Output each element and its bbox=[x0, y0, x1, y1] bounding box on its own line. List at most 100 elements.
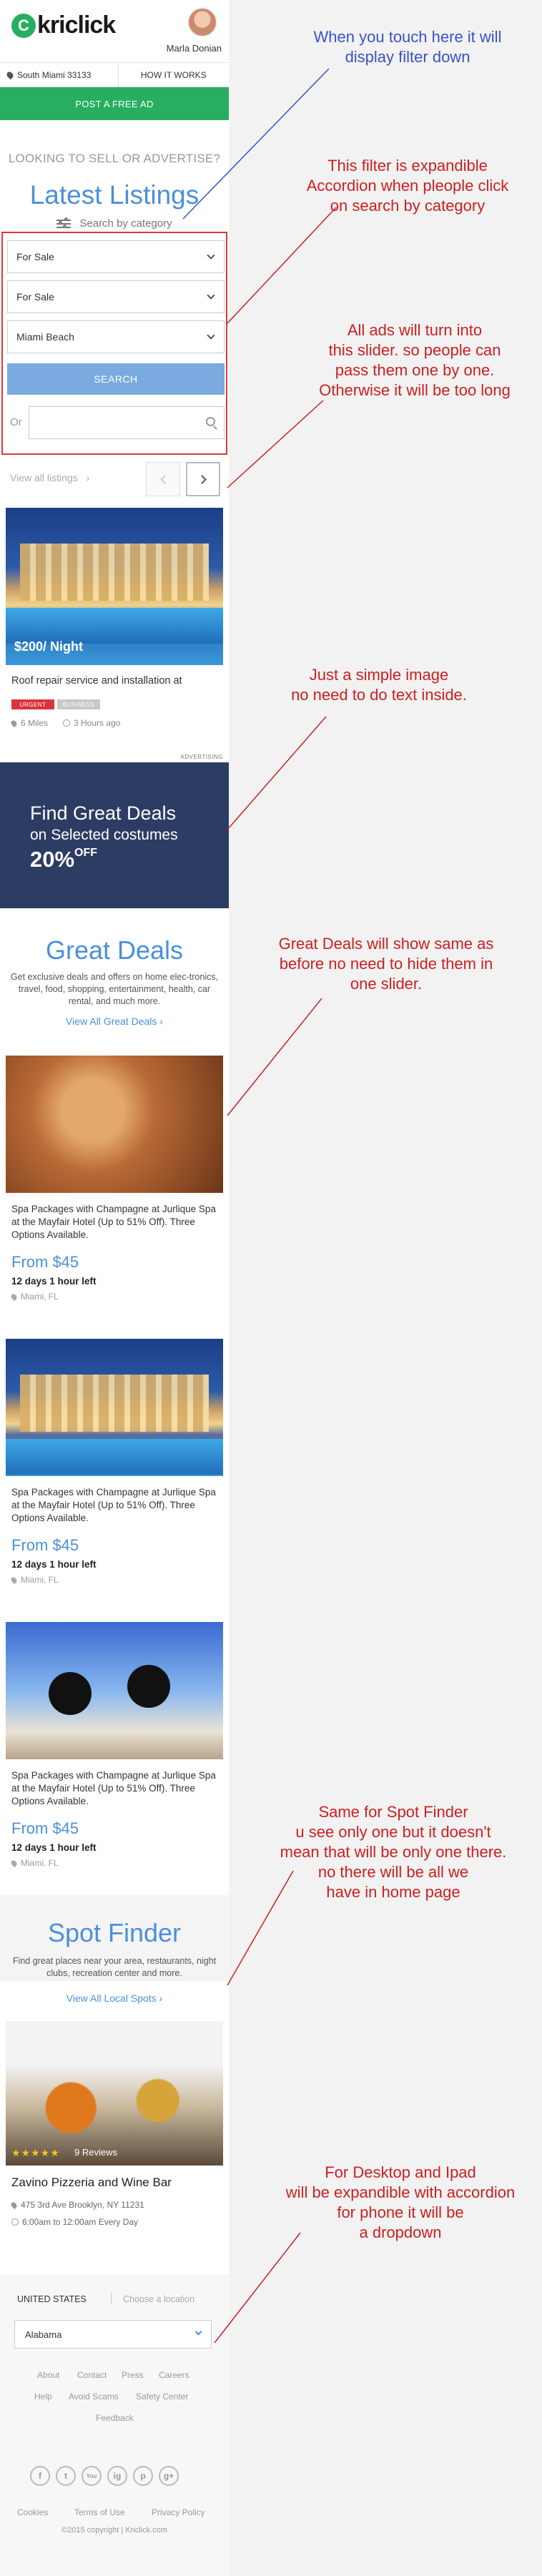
listing-price: $200/ Night bbox=[14, 639, 84, 654]
spot-name[interactable]: Zavino Pizzeria and Wine Bar bbox=[11, 2176, 172, 2190]
map-pin-icon bbox=[9, 1859, 19, 1867]
deal-location-label: Miami, FL bbox=[21, 1858, 59, 1868]
local-spots-link-label: View All Local Spots bbox=[66, 1992, 157, 2004]
deal-price: From $45 bbox=[11, 1819, 79, 1837]
spot-hours-label: 6:00am to 12:00am Every Day bbox=[22, 2217, 139, 2227]
distance-label: 6 Miles bbox=[21, 718, 49, 728]
listing-image[interactable]: $200/ Night bbox=[6, 508, 223, 665]
category-select[interactable]: For Sale bbox=[7, 240, 225, 273]
view-all-great-deals-link[interactable]: View All Great Deals › bbox=[0, 1016, 229, 1027]
deal-time-left: 12 days 1 hour left bbox=[11, 1559, 97, 1570]
search-by-category-toggle[interactable]: Search by category bbox=[0, 217, 229, 230]
arrow-right-icon bbox=[197, 474, 207, 484]
divider bbox=[111, 2293, 112, 2304]
spot-address-label: 475 3rd Ave Brooklyn, NY 11231 bbox=[21, 2200, 144, 2210]
chevron-down-icon bbox=[194, 2328, 202, 2336]
footer-link-feedback[interactable]: Feedback bbox=[96, 2413, 134, 2423]
footer-link-careers[interactable]: Careers bbox=[159, 2370, 189, 2380]
how-it-works-link[interactable]: HOW IT WORKS bbox=[119, 63, 230, 87]
view-all-listings-label: View all listings bbox=[10, 472, 78, 483]
advert-percent: 20% bbox=[30, 847, 75, 872]
deal-price: From $45 bbox=[11, 1253, 79, 1271]
footer-link-help[interactable]: Help bbox=[34, 2391, 52, 2402]
footer-link-press[interactable]: Press bbox=[122, 2370, 144, 2380]
youtube-icon[interactable]: You bbox=[82, 2466, 102, 2486]
copyright: ©2015 copyright | Kriclick.com bbox=[61, 2526, 167, 2535]
annotation-spot-finder: Same for Spot Finder u see only one but … bbox=[280, 1803, 507, 1901]
logo-text: kriclick bbox=[37, 11, 116, 39]
deal-title[interactable]: Spa Packages with Champagne at Jurlique … bbox=[11, 1769, 219, 1808]
username[interactable]: Marla Donian bbox=[167, 43, 222, 54]
view-all-listings-link[interactable]: View all listings › bbox=[10, 472, 89, 483]
footer-link-avoid-scams[interactable]: Avoid Scams bbox=[69, 2391, 119, 2402]
map-pin-icon bbox=[5, 70, 15, 79]
advertising-label: ADVERTISING bbox=[180, 754, 223, 760]
deal-location: Miami, FL bbox=[9, 1575, 59, 1585]
choose-location-label: Choose a location bbox=[123, 2294, 195, 2304]
state-select[interactable]: Alabama bbox=[14, 2320, 212, 2349]
advert-off: OFF bbox=[74, 847, 98, 859]
advert-line1: Find Great Deals bbox=[30, 802, 177, 824]
clock-icon bbox=[11, 2218, 19, 2226]
deal-location-label: Miami, FL bbox=[21, 1292, 59, 1302]
great-deals-title: Great Deals bbox=[45, 935, 184, 965]
footer-link-terms[interactable]: Terms of Use bbox=[74, 2507, 125, 2517]
city-select[interactable]: Miami Beach bbox=[7, 320, 225, 353]
deal-image[interactable] bbox=[6, 1339, 223, 1476]
map-pin-icon bbox=[9, 1575, 19, 1584]
latest-listings-title: Latest Listings bbox=[29, 180, 199, 210]
twitter-icon[interactable]: t bbox=[56, 2466, 76, 2486]
deal-image[interactable] bbox=[6, 1622, 223, 1759]
annotation-filter-toggle: When you touch here it will display filt… bbox=[313, 28, 502, 66]
search-icon[interactable] bbox=[206, 417, 215, 426]
search-button[interactable]: SEARCH bbox=[7, 363, 225, 395]
annotation-filter-accordion: This filter is expandible Accordion when… bbox=[306, 157, 509, 215]
location-selector[interactable]: South Miami 33133 bbox=[0, 63, 119, 87]
deal-location: Miami, FL bbox=[9, 1292, 59, 1302]
slider-prev-button[interactable] bbox=[146, 462, 180, 496]
advert-discount: 20%OFF bbox=[30, 847, 97, 872]
footer-link-privacy[interactable]: Privacy Policy bbox=[152, 2507, 205, 2517]
reviews-count[interactable]: 9 Reviews bbox=[74, 2147, 117, 2158]
location-label: South Miami 33133 bbox=[17, 69, 92, 80]
spot-image[interactable]: ★★★★★ 9 Reviews bbox=[6, 2021, 223, 2165]
listing-title[interactable]: Roof repair service and installation at bbox=[11, 675, 182, 687]
google-plus-icon[interactable]: g+ bbox=[159, 2466, 179, 2486]
great-deals-link-label: View All Great Deals bbox=[66, 1016, 157, 1027]
post-free-ad-button[interactable]: POST A FREE AD bbox=[0, 87, 229, 120]
facebook-icon[interactable]: f bbox=[30, 2466, 50, 2486]
logo[interactable]: C kriclick bbox=[11, 11, 116, 39]
advert-banner[interactable]: Find Great Deals on Selected costumes 20… bbox=[0, 762, 229, 908]
subcategory-select[interactable]: For Sale bbox=[7, 280, 225, 313]
posted-label: 3 Hours ago bbox=[74, 718, 121, 728]
annotation-slider: All ads will turn into this slider. so p… bbox=[319, 321, 511, 399]
clock-icon bbox=[63, 719, 70, 727]
footer-link-safety-center[interactable]: Safety Center bbox=[136, 2391, 188, 2402]
map-pin-icon bbox=[9, 1292, 19, 1301]
category-select-value: For Sale bbox=[16, 251, 54, 262]
arrow-left-icon bbox=[159, 474, 169, 484]
deal-title[interactable]: Spa Packages with Champagne at Jurlique … bbox=[11, 1486, 219, 1525]
state-select-value: Alabama bbox=[25, 2329, 62, 2340]
instagram-icon[interactable]: ig bbox=[107, 2466, 127, 2486]
view-all-local-spots-link[interactable]: View All Local Spots › bbox=[0, 1992, 229, 2004]
slider-next-button[interactable] bbox=[186, 462, 220, 496]
footer-link-contact[interactable]: Contact bbox=[77, 2370, 107, 2380]
footer-link-about[interactable]: About bbox=[37, 2370, 59, 2380]
spot-address: 475 3rd Ave Brooklyn, NY 11231 bbox=[9, 2200, 144, 2210]
chevron-right-icon: › bbox=[86, 472, 90, 483]
deal-title[interactable]: Spa Packages with Champagne at Jurlique … bbox=[11, 1203, 219, 1242]
business-badge: BUSINESS bbox=[57, 699, 100, 709]
listing-distance: 6 Miles bbox=[9, 718, 49, 728]
keyword-search-input[interactable] bbox=[29, 406, 225, 439]
footer-link-cookies[interactable]: Cookies bbox=[17, 2507, 48, 2517]
deal-location-label: Miami, FL bbox=[21, 1575, 59, 1585]
pinterest-icon[interactable]: p bbox=[133, 2466, 153, 2486]
deal-image[interactable] bbox=[6, 1056, 223, 1193]
search-by-category-label: Search by category bbox=[79, 217, 172, 230]
location-bar: South Miami 33133 HOW IT WORKS bbox=[0, 63, 229, 87]
great-deals-description: Get exclusive deals and offers on home e… bbox=[10, 972, 219, 1006]
spot-finder-description: Find great places near your area, restau… bbox=[12, 1956, 217, 1978]
avatar[interactable] bbox=[187, 7, 217, 37]
deal-time-left: 12 days 1 hour left bbox=[11, 1842, 97, 1853]
